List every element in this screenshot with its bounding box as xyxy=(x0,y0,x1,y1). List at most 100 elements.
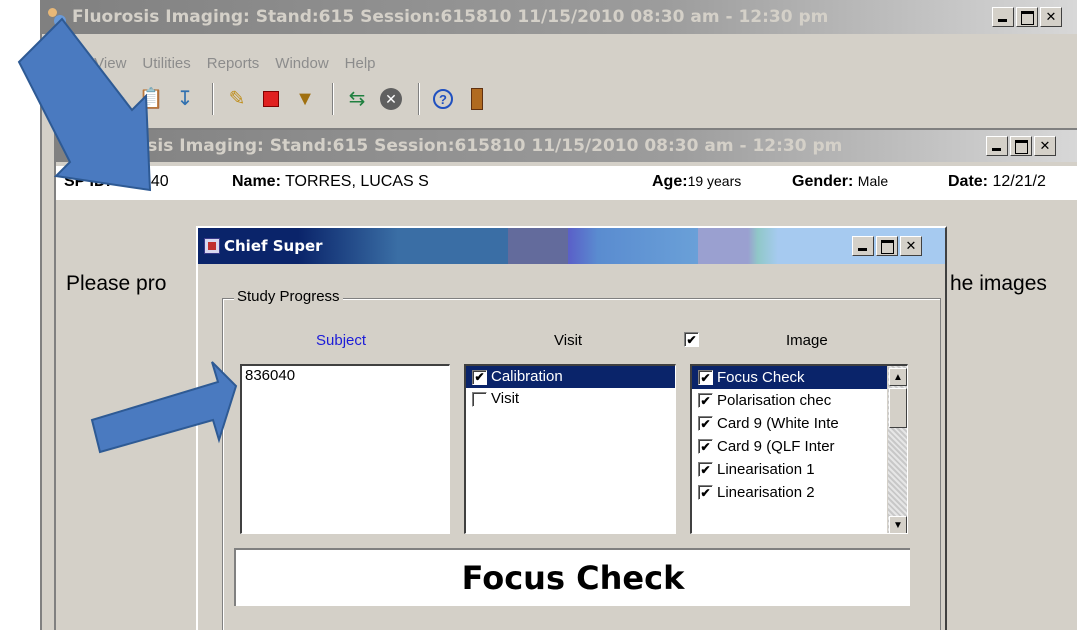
subject-listbox[interactable]: 836040 xyxy=(240,364,450,534)
scroll-thumb[interactable] xyxy=(889,388,907,428)
gender-value: Male xyxy=(857,173,889,189)
download-icon[interactable]: ▼ xyxy=(290,84,320,114)
outer-window-title: Fluorosis Imaging: Stand:615 Session:615… xyxy=(72,7,829,27)
list-item[interactable]: Visit xyxy=(466,388,675,410)
visit-label: Calibration xyxy=(491,368,563,385)
import-icon[interactable]: ↧ xyxy=(170,84,200,114)
inner-title-bar[interactable]: Fluorosis Imaging: Stand:615 Session:615… xyxy=(56,130,1077,162)
name-label: Name: xyxy=(232,173,281,190)
sp-id-value: 836040 xyxy=(115,173,169,190)
image-listbox[interactable]: ✔ Focus Check ✔ Polarisation chec ✔ Card 9 (W… xyxy=(690,364,908,534)
sp-id-label: SP ID: xyxy=(64,173,111,190)
image-checkbox[interactable]: ✔ xyxy=(698,370,713,385)
toolbar: ✦ 📋 ↧ ✎ ▼ ⇆ ✕ ? xyxy=(102,80,496,118)
list-item[interactable]: ✔ Polarisation chec xyxy=(692,389,888,412)
image-checkbox[interactable]: ✔ xyxy=(698,416,713,431)
chief-super-dialog: Chief Super Study Progress Subject Visit… xyxy=(196,226,947,630)
visit-listbox[interactable]: ✔ Calibration Visit xyxy=(464,364,676,534)
subject-id: 836040 xyxy=(245,367,296,384)
visit-label: Visit xyxy=(491,390,520,407)
menu-utilities[interactable]: Utilities xyxy=(142,55,190,72)
menu-bar: File View Utilities Reports Window Help xyxy=(44,50,382,76)
patient-info-row: SP ID: 836040 Name: TORRES, LUCAS S Age:… xyxy=(56,166,1077,200)
stop-icon[interactable] xyxy=(256,84,286,114)
chief-super-icon xyxy=(204,238,220,254)
exit-door-icon[interactable] xyxy=(462,84,492,114)
toolbar-separator xyxy=(418,83,420,115)
subject-header: Subject xyxy=(316,332,367,349)
menu-reports[interactable]: Reports xyxy=(207,55,260,72)
date-value: 12/21/2 xyxy=(992,173,1046,190)
image-label: Polarisation chec xyxy=(717,391,832,409)
toolbar-separator xyxy=(332,83,334,115)
instruction-text-right: he images xyxy=(950,272,1047,295)
inner-maximize-button[interactable] xyxy=(1010,136,1032,156)
image-list-scrollbar[interactable]: ▲ ▼ xyxy=(887,366,907,533)
menu-view[interactable]: View xyxy=(94,55,126,72)
inner-minimize-button[interactable] xyxy=(986,136,1008,156)
menu-window[interactable]: Window xyxy=(275,55,328,72)
scroll-down-button[interactable]: ▼ xyxy=(889,516,907,533)
dialog-title: Chief Super xyxy=(224,237,323,255)
image-rows: ✔ Focus Check ✔ Polarisation chec ✔ Card 9 (W… xyxy=(692,366,888,504)
outer-maximize-button[interactable] xyxy=(1016,7,1038,27)
swap-icon[interactable]: ⇆ xyxy=(342,84,372,114)
toolbar-separator xyxy=(212,83,214,115)
visit-date: Date: 12/21/2 xyxy=(948,173,1046,191)
age-label: Age: xyxy=(652,173,688,190)
outer-caption-buttons xyxy=(992,7,1062,27)
patient-age: Age:19 years xyxy=(652,173,741,191)
image-header: Image xyxy=(786,332,828,349)
image-label: Linearisation 1 xyxy=(717,460,815,478)
visit-checkbox[interactable] xyxy=(472,391,487,407)
image-checkbox[interactable]: ✔ xyxy=(698,485,713,500)
inner-close-button[interactable] xyxy=(1034,136,1056,156)
outer-minimize-button[interactable] xyxy=(992,7,1014,27)
app-people-icon xyxy=(60,135,82,157)
new-icon[interactable]: ✦ xyxy=(102,84,132,114)
image-checkbox[interactable]: ✔ xyxy=(698,439,713,454)
dialog-caption-buttons xyxy=(852,236,922,256)
instruction-text-left: Please pro xyxy=(66,272,167,295)
visit-checkbox[interactable]: ✔ xyxy=(472,369,487,385)
outer-title-bar[interactable]: Fluorosis Imaging: Stand:615 Session:615… xyxy=(42,0,1077,34)
inner-window-title: Fluorosis Imaging: Stand:615 Session:615… xyxy=(86,136,843,156)
help-icon[interactable]: ? xyxy=(428,84,458,114)
dialog-minimize-button[interactable] xyxy=(852,236,874,256)
image-label: Card 9 (White Inte xyxy=(717,414,839,432)
patient-name: Name: TORRES, LUCAS S xyxy=(232,173,429,191)
list-item[interactable]: ✔ Calibration xyxy=(466,366,675,388)
image-label: Focus Check xyxy=(717,368,805,386)
current-step-display: Focus Check xyxy=(234,548,910,606)
list-item[interactable]: 836040 xyxy=(242,366,449,386)
visit-header: Visit xyxy=(554,332,583,349)
outer-close-button[interactable] xyxy=(1040,7,1062,27)
list-item[interactable]: ✔ Focus Check xyxy=(692,366,888,389)
list-item[interactable]: ✔ Linearisation 2 xyxy=(692,481,888,504)
scroll-up-button[interactable]: ▲ xyxy=(889,368,907,386)
image-checkbox[interactable]: ✔ xyxy=(698,393,713,408)
list-item[interactable]: ✔ Card 9 (QLF Inter xyxy=(692,435,888,458)
date-label: Date: xyxy=(948,173,989,190)
dialog-close-button[interactable] xyxy=(900,236,922,256)
list-item[interactable]: ✔ Card 9 (White Inte xyxy=(692,412,888,435)
image-checkbox[interactable]: ✔ xyxy=(698,462,713,477)
list-item[interactable]: ✔ Linearisation 1 xyxy=(692,458,888,481)
clipboard-icon[interactable]: 📋 xyxy=(136,84,166,114)
name-value: TORRES, LUCAS S xyxy=(285,173,429,190)
study-progress-label: Study Progress xyxy=(234,288,343,305)
patient-gender: Gender: Male xyxy=(792,173,888,191)
menu-help[interactable]: Help xyxy=(345,55,376,72)
age-value: 19 years xyxy=(687,173,742,189)
inner-caption-buttons xyxy=(986,136,1056,156)
dialog-title-bar[interactable]: Chief Super xyxy=(198,228,945,264)
app-people-icon xyxy=(46,6,68,28)
menu-file[interactable]: File xyxy=(54,55,78,72)
cancel-icon[interactable]: ✕ xyxy=(376,84,406,114)
dialog-maximize-button[interactable] xyxy=(876,236,898,256)
image-all-checkbox[interactable]: ✔ xyxy=(684,332,699,347)
screenshot-stage: Fluorosis Imaging: Stand:615 Session:615… xyxy=(0,0,1077,630)
image-label: Card 9 (QLF Inter xyxy=(717,437,835,455)
image-label: Linearisation 2 xyxy=(717,483,815,501)
wand-icon[interactable]: ✎ xyxy=(222,84,252,114)
